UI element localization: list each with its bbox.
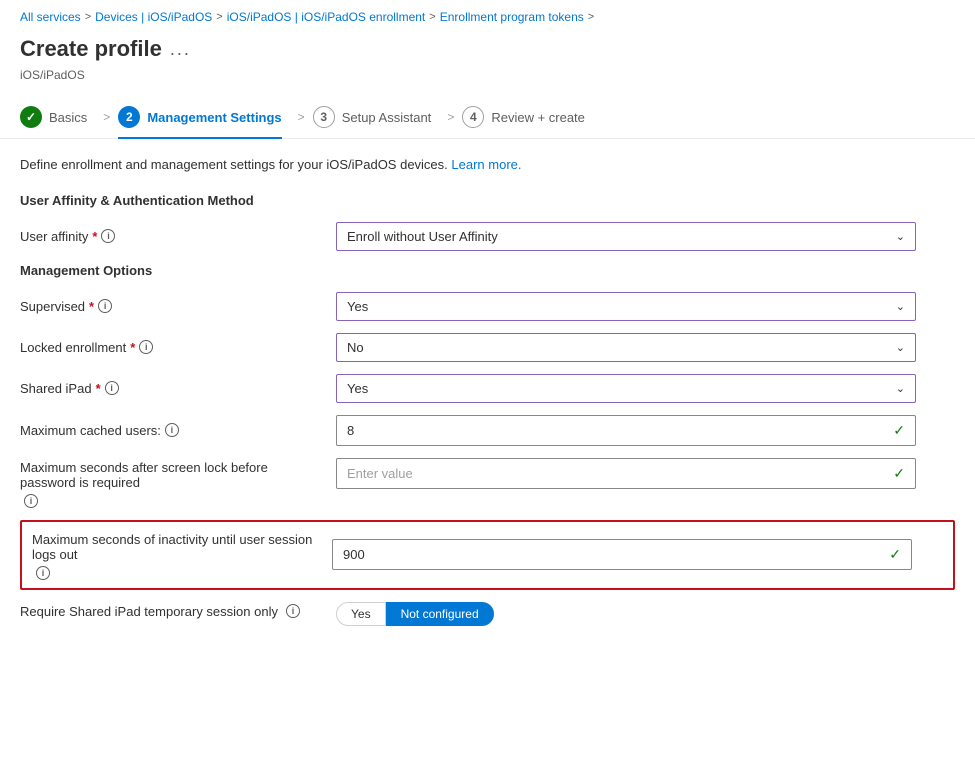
chevron-down-icon: ⌄ xyxy=(896,300,905,313)
dropdown-user-affinity-value: Enroll without User Affinity xyxy=(347,229,498,244)
label-temp-session: Require Shared iPad temporary session on… xyxy=(20,602,320,619)
required-star-supervised: * xyxy=(89,299,94,314)
label-user-affinity: User affinity * i xyxy=(20,229,320,244)
content-area: Define enrollment and management setting… xyxy=(0,155,975,626)
tab-setup-label: Setup Assistant xyxy=(342,110,432,125)
page-title: Create profile xyxy=(20,36,162,62)
tab-sep-2: > xyxy=(298,110,305,124)
breadcrumb: All services > Devices | iOS/iPadOS > iO… xyxy=(0,0,975,32)
info-text: Define enrollment and management setting… xyxy=(20,155,955,175)
form-row-shared-ipad: Shared iPad * i Yes ⌄ xyxy=(20,374,955,403)
control-supervised: Yes ⌄ xyxy=(336,292,916,321)
chevron-down-icon: ⌄ xyxy=(896,382,905,395)
control-user-affinity: Enroll without User Affinity ⌄ xyxy=(336,222,916,251)
breadcrumb-sep-4: > xyxy=(588,11,594,23)
required-star-shared-ipad: * xyxy=(96,381,101,396)
info-icon-temp-session[interactable]: i xyxy=(286,604,300,618)
page-subtitle: iOS/iPadOS xyxy=(0,66,975,96)
tab-setup-assistant[interactable]: 3 Setup Assistant xyxy=(313,96,448,138)
info-icon-screen-lock[interactable]: i xyxy=(24,494,38,508)
tab-basics-circle: ✓ xyxy=(20,106,42,128)
dropdown-locked-enrollment-value: No xyxy=(347,340,364,355)
form-row-user-affinity: User affinity * i Enroll without User Af… xyxy=(20,222,955,251)
tab-basics[interactable]: ✓ Basics xyxy=(20,96,103,138)
form-row-supervised: Supervised * i Yes ⌄ xyxy=(20,292,955,321)
info-icon-max-cached[interactable]: i xyxy=(165,423,179,437)
tab-review-create[interactable]: 4 Review + create xyxy=(462,96,601,138)
tab-review-circle: 4 xyxy=(462,106,484,128)
toggle-group-temp-session: Yes Not configured xyxy=(336,602,494,626)
control-screen-lock: Enter value ✓ xyxy=(336,458,916,489)
input-screen-lock[interactable]: Enter value ✓ xyxy=(336,458,916,489)
tab-management-circle: 2 xyxy=(118,106,140,128)
page-header: Create profile ... xyxy=(0,32,975,66)
form-row-max-cached-users: Maximum cached users: i 8 ✓ xyxy=(20,415,955,446)
info-icon-inactivity[interactable]: i xyxy=(36,566,50,580)
info-icon-user-affinity[interactable]: i xyxy=(101,229,115,243)
breadcrumb-ios-enrollment[interactable]: iOS/iPadOS | iOS/iPadOS enrollment xyxy=(227,10,426,24)
input-screen-lock-placeholder: Enter value xyxy=(347,466,413,481)
section-title-user-affinity: User Affinity & Authentication Method xyxy=(20,193,955,208)
learn-more-link[interactable]: Learn more. xyxy=(451,157,521,172)
control-locked-enrollment: No ⌄ xyxy=(336,333,916,362)
more-options-button[interactable]: ... xyxy=(170,39,191,60)
tab-basics-label: Basics xyxy=(49,110,87,125)
breadcrumb-enrollment-tokens[interactable]: Enrollment program tokens xyxy=(440,10,584,24)
breadcrumb-sep-2: > xyxy=(216,11,222,23)
breadcrumb-sep-1: > xyxy=(85,11,91,23)
form-row-screen-lock: Maximum seconds after screen lock before… xyxy=(20,458,955,508)
input-max-cached-users[interactable]: 8 ✓ xyxy=(336,415,916,446)
control-shared-ipad: Yes ⌄ xyxy=(336,374,916,403)
dropdown-locked-enrollment[interactable]: No ⌄ xyxy=(336,333,916,362)
info-icon-shared-ipad[interactable]: i xyxy=(105,381,119,395)
toggle-row-temp-session: Yes Not configured xyxy=(336,602,916,626)
dropdown-shared-ipad-value: Yes xyxy=(347,381,368,396)
dropdown-supervised[interactable]: Yes ⌄ xyxy=(336,292,916,321)
input-inactivity[interactable]: 900 ✓ xyxy=(332,539,912,570)
info-icon-locked-enrollment[interactable]: i xyxy=(139,340,153,354)
section-title-management: Management Options xyxy=(20,263,955,278)
control-temp-session: Yes Not configured xyxy=(336,602,916,626)
tab-management-label: Management Settings xyxy=(147,110,281,125)
required-star-locked: * xyxy=(130,340,135,355)
dropdown-user-affinity[interactable]: Enroll without User Affinity ⌄ xyxy=(336,222,916,251)
required-star-user-affinity: * xyxy=(92,229,97,244)
check-icon-inactivity: ✓ xyxy=(889,546,901,563)
tab-review-label: Review + create xyxy=(491,110,585,125)
dropdown-shared-ipad[interactable]: Yes ⌄ xyxy=(336,374,916,403)
label-supervised: Supervised * i xyxy=(20,299,320,314)
label-max-cached-users: Maximum cached users: i xyxy=(20,423,320,438)
check-icon-screen-lock: ✓ xyxy=(893,465,905,482)
highlighted-row-inactivity: Maximum seconds of inactivity until user… xyxy=(20,520,955,590)
chevron-down-icon: ⌄ xyxy=(896,230,905,243)
wizard-tabs: ✓ Basics > 2 Management Settings > 3 Set… xyxy=(0,96,975,139)
info-icon-supervised[interactable]: i xyxy=(98,299,112,313)
label-inactivity: Maximum seconds of inactivity until user… xyxy=(32,530,316,580)
form-row-locked-enrollment: Locked enrollment * i No ⌄ xyxy=(20,333,955,362)
toggle-yes-button[interactable]: Yes xyxy=(336,602,386,626)
label-screen-lock: Maximum seconds after screen lock before… xyxy=(20,458,320,508)
breadcrumb-devices-ios[interactable]: Devices | iOS/iPadOS xyxy=(95,10,212,24)
tab-setup-circle: 3 xyxy=(313,106,335,128)
form-row-temp-session: Require Shared iPad temporary session on… xyxy=(20,602,955,626)
tab-management-settings[interactable]: 2 Management Settings xyxy=(118,96,297,138)
breadcrumb-all-services[interactable]: All services xyxy=(20,10,81,24)
control-max-cached-users: 8 ✓ xyxy=(336,415,916,446)
chevron-down-icon: ⌄ xyxy=(896,341,905,354)
dropdown-supervised-value: Yes xyxy=(347,299,368,314)
label-locked-enrollment: Locked enrollment * i xyxy=(20,340,320,355)
label-shared-ipad: Shared iPad * i xyxy=(20,381,320,396)
input-max-cached-users-value: 8 xyxy=(347,423,354,438)
control-inactivity: 900 ✓ xyxy=(332,539,912,570)
tab-sep-3: > xyxy=(447,110,454,124)
input-inactivity-value: 900 xyxy=(343,547,365,562)
check-icon-max-cached: ✓ xyxy=(893,422,905,439)
breadcrumb-sep-3: > xyxy=(429,11,435,23)
toggle-not-configured-button[interactable]: Not configured xyxy=(386,602,494,626)
tab-sep-1: > xyxy=(103,110,110,124)
